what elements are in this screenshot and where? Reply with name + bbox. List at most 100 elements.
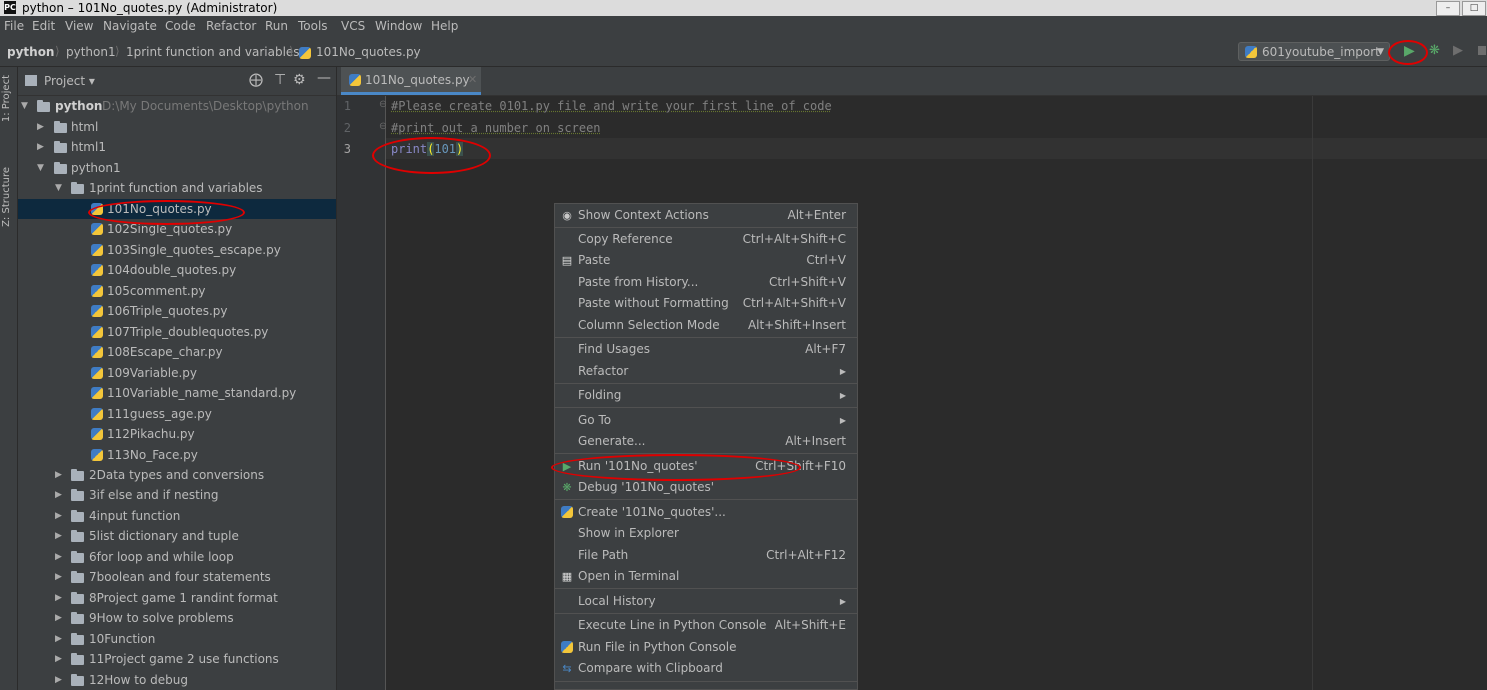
tree-item[interactable]: ▶ 8Project game 1 randint format <box>18 588 336 608</box>
tree-item[interactable]: 111guess_age.py <box>18 404 336 424</box>
python-file-icon <box>299 47 311 59</box>
chevron-right-icon[interactable]: ▶ <box>55 670 62 690</box>
annotation-circle <box>372 137 491 174</box>
tree-item[interactable]: 104double_quotes.py <box>18 260 336 280</box>
tree-item[interactable]: 105comment.py <box>18 281 336 301</box>
menu-item-local-history[interactable]: Local History ▶ <box>555 591 857 612</box>
minimize-icon[interactable]: – <box>1436 1 1460 16</box>
menu-item-execute-line-console[interactable]: Execute Line in Python Console Alt+Shift+… <box>555 615 857 636</box>
tree-item[interactable]: ▶ 9How to solve problems <box>18 608 336 628</box>
collapse-all-icon[interactable]: ⊤ <box>274 72 286 88</box>
code-editor[interactable]: #Please create 0101.py file and write yo… <box>386 96 1487 690</box>
tree-root-python[interactable]: ▼ python D:\My Documents\Desktop\python <box>18 96 336 116</box>
tree-item[interactable]: ▶ 11Project game 2 use functions <box>18 649 336 669</box>
breadcrumb-root[interactable]: python <box>7 45 54 59</box>
tree-item[interactable]: ▶ 12How to debug <box>18 670 336 690</box>
tree-item[interactable]: 107Triple_doublequotes.py <box>18 322 336 342</box>
menu-item-paste-from-history[interactable]: Paste from History... Ctrl+Shift+V <box>555 272 857 293</box>
chevron-right-icon[interactable]: ▶ <box>55 567 62 587</box>
menu-view[interactable]: View <box>65 19 93 33</box>
chevron-right-icon[interactable]: ▶ <box>55 649 62 669</box>
project-tool-tab[interactable]: 1: Project <box>1 75 16 122</box>
tree-item[interactable]: ▶ 4input function <box>18 506 336 526</box>
structure-tool-tab[interactable]: Z: Structure <box>1 167 16 227</box>
gear-icon[interactable]: ⚙ <box>293 72 306 88</box>
chevron-down-icon[interactable]: ▼ <box>55 178 62 198</box>
breadcrumb-python1[interactable]: python1 <box>66 45 116 59</box>
menu-item-partial[interactable]: ● <box>555 683 857 689</box>
stop-icon[interactable] <box>1478 46 1486 55</box>
tree-item[interactable]: ▶ 7boolean and four statements <box>18 567 336 587</box>
close-icon[interactable]: ✕ <box>468 67 477 93</box>
chevron-right-icon[interactable]: ▶ <box>37 117 44 137</box>
chevron-right-icon[interactable]: ▶ <box>37 137 44 157</box>
menu-item-column-selection-mode[interactable]: Column Selection Mode Alt+Shift+Insert <box>555 315 857 336</box>
menu-vcs[interactable]: VCS <box>341 19 365 33</box>
breadcrumb-file[interactable]: 101No_quotes.py <box>316 45 421 59</box>
menu-item-show-in-explorer[interactable]: Show in Explorer <box>555 523 857 544</box>
chevron-right-icon[interactable]: ▶ <box>55 588 62 608</box>
chevron-right-icon[interactable]: ▶ <box>55 485 62 505</box>
tree-item[interactable]: 112Pikachu.py <box>18 424 336 444</box>
chevron-down-icon[interactable]: ▼ <box>37 158 44 178</box>
tree-item[interactable]: ▶ 2Data types and conversions <box>18 465 336 485</box>
project-view-dropdown[interactable]: Project ▾ <box>44 74 95 88</box>
menu-help[interactable]: Help <box>431 19 458 33</box>
menu-run[interactable]: Run <box>265 19 288 33</box>
menu-item-compare-clipboard[interactable]: ⇆ Compare with Clipboard <box>555 658 857 679</box>
menu-item-refactor[interactable]: Refactor ▶ <box>555 361 857 382</box>
menu-item-create-config[interactable]: Create '101No_quotes'... <box>555 502 857 523</box>
menu-edit[interactable]: Edit <box>32 19 55 33</box>
chevron-right-icon[interactable]: ▶ <box>55 608 62 628</box>
debug-icon[interactable]: ❋ <box>1429 43 1440 58</box>
tree-label: 103Single_quotes_escape.py <box>107 243 281 257</box>
tree-item[interactable]: ▼ python1 <box>18 158 336 178</box>
chevron-right-icon[interactable]: ▶ <box>55 547 62 567</box>
lightbulb-icon: ◉ <box>562 209 572 222</box>
menu-item-go-to[interactable]: Go To ▶ <box>555 410 857 431</box>
tree-item[interactable]: ▶ 5list dictionary and tuple <box>18 526 336 546</box>
tree-item[interactable]: ▶ html1 <box>18 137 336 157</box>
hide-panel-icon[interactable]: — <box>317 70 331 86</box>
menu-tools[interactable]: Tools <box>298 19 328 33</box>
menu-item-file-path[interactable]: File Path Ctrl+Alt+F12 <box>555 545 857 566</box>
menu-navigate[interactable]: Navigate <box>103 19 157 33</box>
editor-tab-active[interactable]: 101No_quotes.py ✕ <box>341 67 481 95</box>
chevron-right-icon[interactable]: ▶ <box>55 465 62 485</box>
tree-item[interactable]: 109Variable.py <box>18 363 336 383</box>
tree-label: 11Project game 2 use functions <box>89 652 279 666</box>
maximize-icon[interactable]: □ <box>1462 1 1486 16</box>
tree-item[interactable]: 110Variable_name_standard.py <box>18 383 336 403</box>
tree-item[interactable]: ▶ html <box>18 117 336 137</box>
tree-item[interactable]: ▶ 3if else and if nesting <box>18 485 336 505</box>
menu-item-run-file-console[interactable]: Run File in Python Console <box>555 637 857 658</box>
tree-item[interactable]: 108Escape_char.py <box>18 342 336 362</box>
tree-item[interactable]: 103Single_quotes_escape.py <box>18 240 336 260</box>
chevron-right-icon[interactable]: ▶ <box>55 629 62 649</box>
run-configuration-dropdown[interactable]: 601youtube_import ▼ <box>1238 42 1390 61</box>
locate-icon[interactable]: ⨁ <box>249 72 263 88</box>
menu-item-folding[interactable]: Folding ▶ <box>555 385 857 406</box>
menu-item-copy-reference[interactable]: Copy Reference Ctrl+Alt+Shift+C <box>555 229 857 250</box>
tree-item[interactable]: ▼ 1print function and variables <box>18 178 336 198</box>
chevron-down-icon[interactable]: ▼ <box>21 96 28 116</box>
chevron-right-icon[interactable]: ▶ <box>55 506 62 526</box>
python-file-icon <box>91 387 103 399</box>
coverage-icon[interactable]: ▶ <box>1453 43 1463 58</box>
breadcrumb-folder[interactable]: 1print function and variables <box>126 45 300 59</box>
tree-item[interactable]: 106Triple_quotes.py <box>18 301 336 321</box>
menu-code[interactable]: Code <box>165 19 196 33</box>
menu-item-find-usages[interactable]: Find Usages Alt+F7 <box>555 339 857 360</box>
menu-refactor[interactable]: Refactor <box>206 19 256 33</box>
menu-item-open-in-terminal[interactable]: ▦ Open in Terminal <box>555 566 857 587</box>
menu-item-generate[interactable]: Generate... Alt+Insert <box>555 431 857 452</box>
tree-item[interactable]: ▶ 6for loop and while loop <box>18 547 336 567</box>
chevron-right-icon[interactable]: ▶ <box>55 526 62 546</box>
menu-item-paste-without-formatting[interactable]: Paste without Formatting Ctrl+Alt+Shift+V <box>555 293 857 314</box>
menu-item-show-context-actions[interactable]: ◉ Show Context Actions Alt+Enter <box>555 205 857 226</box>
menu-file[interactable]: File <box>4 19 24 33</box>
menu-window[interactable]: Window <box>375 19 422 33</box>
tree-item[interactable]: 113No_Face.py <box>18 445 336 465</box>
menu-item-paste[interactable]: ▤ Paste Ctrl+V <box>555 250 857 271</box>
tree-item[interactable]: ▶ 10Function <box>18 629 336 649</box>
